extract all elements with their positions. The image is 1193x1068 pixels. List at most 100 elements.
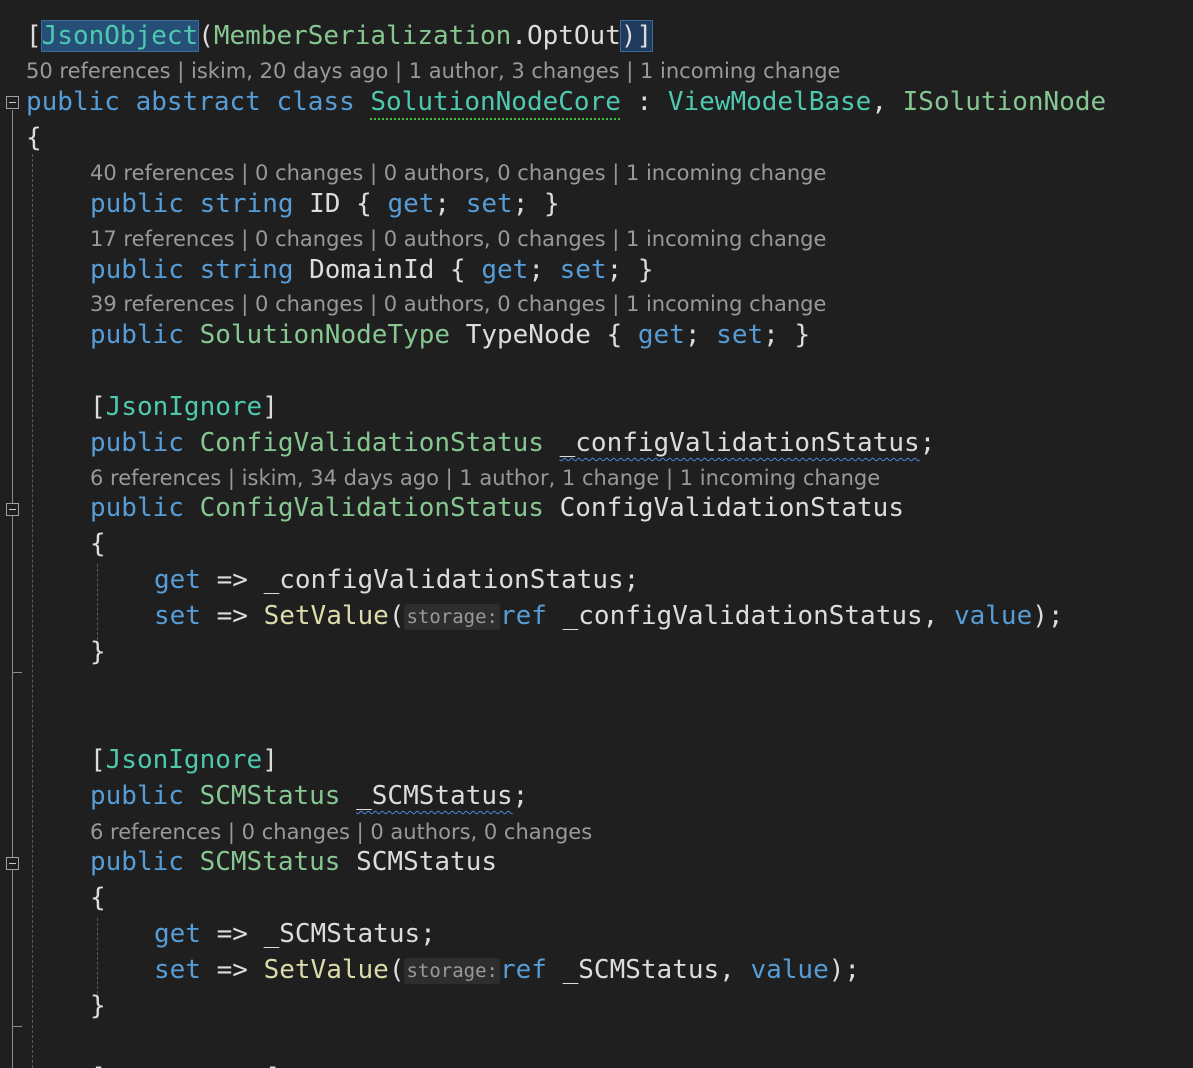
attribute-name[interactable]: JsonObject [40, 20, 200, 52]
next-attribute-partial: [] [90, 1060, 281, 1068]
type-name[interactable]: ConfigValidationStatus [200, 493, 544, 523]
field-config-line[interactable]: public ConfigValidationStatus _configVal… [90, 425, 935, 461]
type-name[interactable]: SCMStatus [200, 781, 341, 811]
base-class[interactable]: ViewModelBase [668, 87, 872, 117]
property-name[interactable]: SCMStatus [356, 847, 497, 877]
keyword: public [26, 87, 120, 117]
class-declaration-line[interactable]: public abstract class SolutionNodeCore :… [26, 84, 1106, 120]
property-name[interactable]: TypeNode [466, 320, 591, 350]
indent-guide [97, 918, 98, 994]
arrow: => [200, 565, 264, 595]
getter-expression[interactable]: _configValidationStatus; [264, 565, 640, 595]
semicolon: ; [434, 189, 466, 219]
property-domain-id-line[interactable]: public string DomainId { get; set; } [90, 252, 654, 288]
keyword: get [637, 320, 685, 350]
bracket: [ [90, 1063, 106, 1068]
inlay-parameter-hint: storage: [404, 604, 500, 630]
scm-open-brace: { [90, 883, 106, 913]
brace: { [340, 189, 388, 219]
dot: . [511, 21, 527, 51]
field-name[interactable]: _SCMStatus [356, 781, 513, 811]
scm-close-brace: } [90, 991, 106, 1021]
keyword: value [750, 955, 829, 985]
keyword: public [90, 189, 184, 219]
codelens-type-node[interactable]: 39 references | 0 changes | 0 authors, 0… [90, 290, 826, 318]
arrow: => [200, 601, 264, 631]
field-scm-line[interactable]: public SCMStatus _SCMStatus; [90, 778, 528, 814]
code-editor[interactable]: [JsonObject(MemberSerialization.OptOut)]… [0, 0, 1193, 1068]
paren: ( [198, 21, 214, 51]
fold-tick [12, 1026, 22, 1027]
bracket: [ [26, 21, 42, 51]
keyword: get [154, 565, 201, 595]
keyword: set [465, 189, 513, 219]
arrow: => [200, 955, 264, 985]
interface-name[interactable]: ISolutionNode [903, 87, 1107, 117]
enum-value[interactable]: OptOut [527, 21, 621, 51]
getter-expression[interactable]: _SCMStatus; [264, 919, 436, 949]
keyword: public [90, 781, 184, 811]
keyword: set [154, 601, 201, 631]
inlay-parameter-hint: storage: [404, 958, 500, 984]
collapse-config-property-icon[interactable] [6, 503, 19, 516]
keyword: public [90, 847, 184, 877]
comma: , [871, 87, 903, 117]
codelens-scm-status[interactable]: 6 references | 0 changes | 0 authors, 0 … [90, 818, 592, 846]
attribute-json-ignore-line[interactable]: [JsonIgnore] [90, 742, 278, 778]
semicolon: ; [684, 320, 717, 350]
property-type-node-line[interactable]: public SolutionNodeType TypeNode { get ; … [90, 317, 810, 353]
property-config-line[interactable]: public ConfigValidationStatus ConfigVali… [90, 490, 904, 526]
brace: ; } [606, 255, 654, 285]
property-name[interactable]: DomainId [309, 255, 434, 285]
bracket: [ [90, 392, 106, 422]
keyword: get [154, 919, 201, 949]
keyword: public [90, 255, 184, 285]
property-scm-line[interactable]: public SCMStatus SCMStatus [90, 844, 497, 880]
indent-guide [32, 154, 33, 1068]
config-setter-line[interactable]: set => SetValue(storage:ref _configValid… [154, 598, 1064, 634]
type-name[interactable]: ConfigValidationStatus [200, 428, 544, 458]
codelens-domain-id[interactable]: 17 references | 0 changes | 0 authors, 0… [90, 225, 826, 253]
brace: { [590, 320, 638, 350]
brace: ; } [763, 320, 811, 350]
brace: { [434, 255, 482, 285]
brace: ; } [512, 189, 560, 219]
keyword: set [716, 320, 764, 350]
scm-getter-line[interactable]: get => _SCMStatus; [154, 916, 436, 952]
paren-close: ); [828, 955, 861, 985]
argument[interactable]: _configValidationStatus, [547, 601, 954, 631]
keyword: value [953, 601, 1033, 631]
property-id-line[interactable]: public string ID { get; set; } [90, 186, 560, 222]
argument[interactable]: _SCMStatus, [547, 955, 751, 985]
type-keyword: string [199, 255, 294, 285]
property-name[interactable]: ConfigValidationStatus [560, 493, 904, 523]
method-name[interactable]: SetValue [264, 955, 389, 985]
method-name[interactable]: SetValue [264, 601, 389, 631]
collapse-class-icon[interactable] [6, 96, 19, 109]
type-name[interactable]: SolutionNodeType [200, 320, 450, 350]
keyword: public [90, 493, 184, 523]
collapse-scm-property-icon[interactable] [6, 857, 19, 870]
enum-type[interactable]: MemberSerialization [214, 21, 511, 51]
attribute-name[interactable]: JsonIgnore [106, 745, 263, 775]
config-getter-line[interactable]: get => _configValidationStatus; [154, 562, 639, 598]
paren: ( [388, 955, 405, 985]
attribute-name[interactable]: JsonIgnore [106, 392, 263, 422]
keyword: public [90, 320, 184, 350]
bracket: ] [266, 1063, 282, 1068]
codelens-config-status[interactable]: 6 references | iskim, 34 days ago | 1 au… [90, 464, 880, 492]
codelens-id[interactable]: 40 references | 0 changes | 0 authors, 0… [90, 159, 826, 187]
paren: ( [388, 601, 405, 631]
arrow: => [200, 919, 264, 949]
codelens-class[interactable]: 50 references | iskim, 20 days ago | 1 a… [26, 57, 840, 85]
attribute-json-ignore-line[interactable]: [JsonIgnore] [90, 389, 278, 425]
keyword: abstract [135, 87, 261, 117]
attribute-json-object-line[interactable]: [JsonObject(MemberSerialization.OptOut)] [26, 18, 654, 54]
field-name[interactable]: _configValidationStatus [560, 428, 920, 458]
property-name[interactable]: ID [309, 189, 340, 219]
scm-setter-line[interactable]: set => SetValue(storage:ref _SCMStatus, … [154, 952, 860, 988]
class-name[interactable]: SolutionNodeCore [370, 87, 620, 117]
keyword: set [559, 255, 607, 285]
keyword: class [276, 87, 355, 117]
type-name[interactable]: SCMStatus [200, 847, 341, 877]
